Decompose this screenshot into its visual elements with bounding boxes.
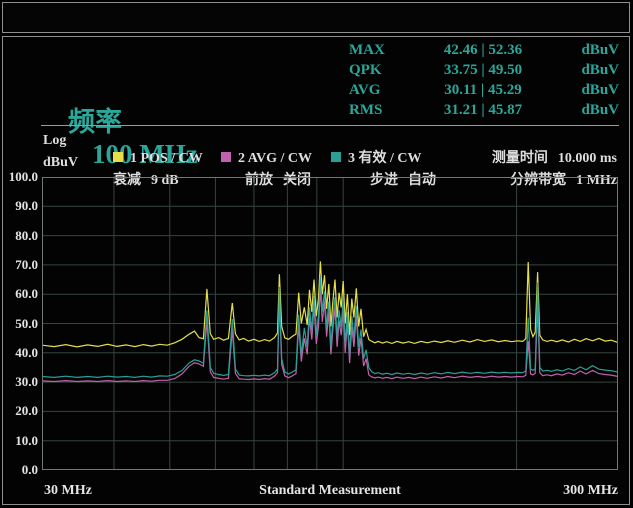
trace-3 — [42, 277, 618, 377]
y-tick-label: 40.0 — [3, 345, 38, 361]
y-tick-label: 30.0 — [3, 374, 38, 390]
y-tick-label: 60.0 — [3, 286, 38, 302]
readout-unit: dBuV — [559, 40, 619, 60]
y-tick-label: 70.0 — [3, 257, 38, 273]
y-tick-label: 50.0 — [3, 316, 38, 332]
y-tick-label: 10.0 — [3, 433, 38, 449]
readout-value: 42.46 | 52.36 — [407, 40, 559, 60]
readout-row-rms: RMS 31.21 | 45.87 dBuV — [349, 100, 619, 120]
trace3-swatch-icon — [331, 152, 341, 162]
legend-item-trace2[interactable]: 2 AVG / CW — [207, 132, 312, 150]
readout-name: QPK — [349, 60, 407, 80]
readout-value: 31.21 | 45.87 — [407, 100, 559, 120]
header-divider — [41, 125, 619, 126]
spectrum-plot — [42, 177, 618, 470]
legend-item-trace3[interactable]: 3 有效 / CW — [317, 132, 422, 150]
rbw-field: 分辨带宽1 MHz — [496, 154, 617, 172]
y-axis-labels: 100.090.080.070.060.050.040.030.020.010.… — [3, 177, 38, 470]
y-tick-label: 80.0 — [3, 228, 38, 244]
readout-unit: dBuV — [559, 60, 619, 80]
readout-row-qpk: QPK 33.75 | 49.50 dBuV — [349, 60, 619, 80]
legend-item-trace1[interactable]: 1 POS / CW — [99, 132, 203, 150]
readout-name: MAX — [349, 40, 407, 60]
readout-unit: dBuV — [559, 100, 619, 120]
readout-row-avg: AVG 30.11 | 45.29 dBuV — [349, 80, 619, 100]
readout-name: RMS — [349, 100, 407, 120]
readout-row-max: MAX 42.46 | 52.36 dBuV — [349, 40, 619, 60]
x-axis-labels: 30 MHz Standard Measurement 300 MHz — [3, 483, 631, 501]
trace2-swatch-icon — [221, 152, 231, 162]
readout-unit: dBuV — [559, 80, 619, 100]
preamp-field: 前放关闭 — [231, 154, 311, 172]
x-axis-end-label: 300 MHz — [563, 483, 618, 499]
y-tick-label: 90.0 — [3, 198, 38, 214]
amplitude-unit-label: dBuV — [43, 154, 78, 172]
step-field: 步进自动 — [356, 154, 436, 172]
scale-type-label: Log — [43, 132, 66, 150]
top-bar: 接收频率： 100 MHz — [2, 2, 630, 33]
main-panel: 频率 100 MHz MAX 42.46 | 52.36 dBuV QPK 33… — [2, 36, 630, 505]
measurement-mode-label: Standard Measurement — [42, 483, 618, 499]
y-tick-label: 20.0 — [3, 403, 38, 419]
readout-value: 33.75 | 49.50 — [407, 60, 559, 80]
readout-name: AVG — [349, 80, 407, 100]
y-tick-label: 100.0 — [3, 169, 38, 185]
meas-time-field: 测量时间10.000 ms — [478, 132, 617, 150]
attenuation-field: 衰减9 dB — [99, 154, 179, 172]
readout-value: 30.11 | 45.29 — [407, 80, 559, 100]
marker-readout-table: MAX 42.46 | 52.36 dBuV QPK 33.75 | 49.50… — [349, 40, 619, 120]
y-tick-label: 0.0 — [3, 462, 38, 478]
